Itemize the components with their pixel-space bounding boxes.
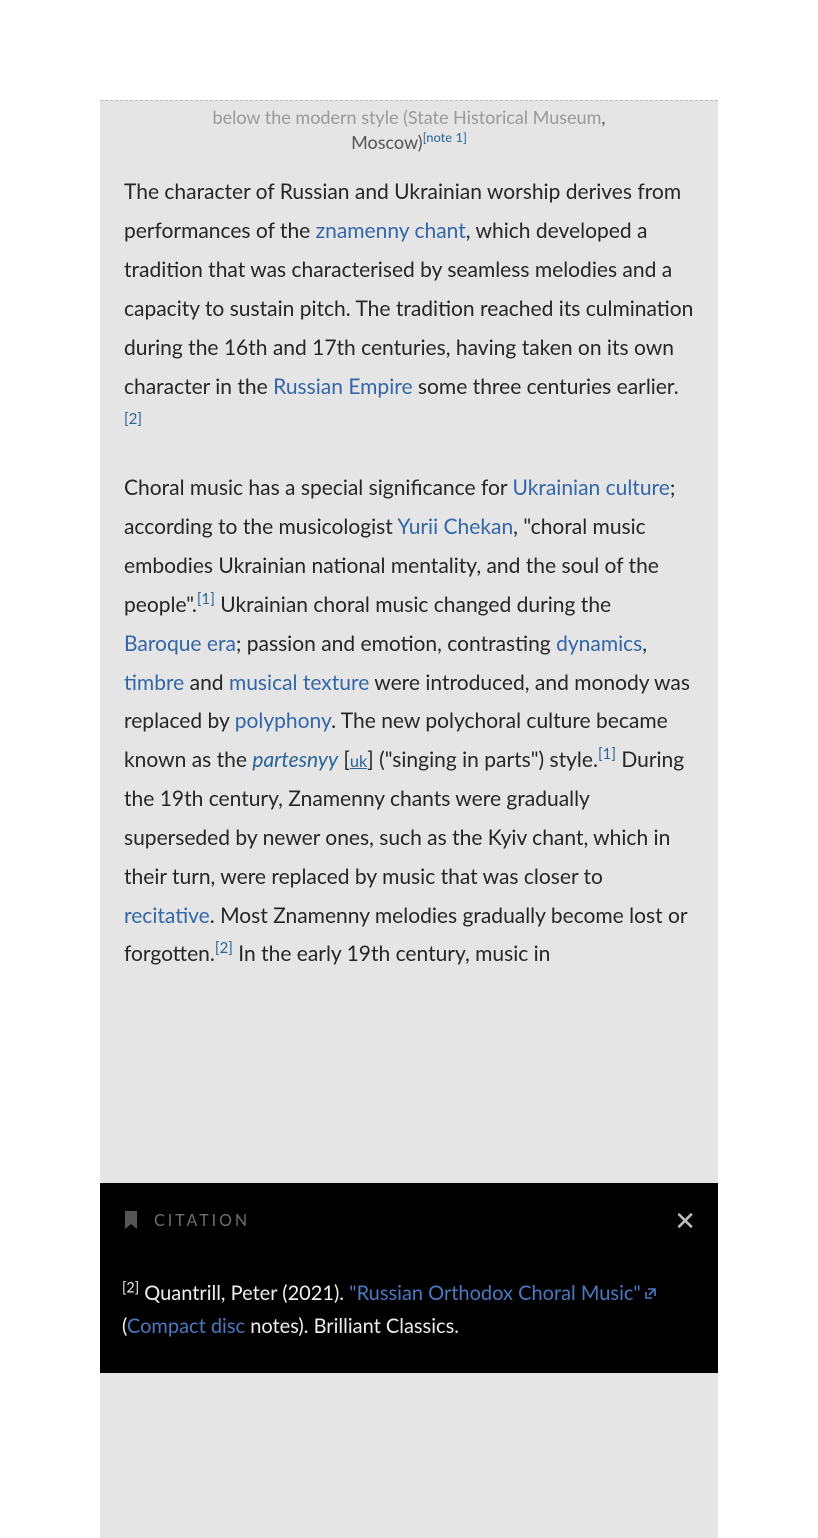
image-caption: below the modern style (State Historical…	[124, 101, 694, 173]
citation-ref-1[interactable]: [1]	[197, 590, 215, 608]
link-partesnyy[interactable]: partesnyy	[252, 747, 338, 772]
link-recitative[interactable]: recitative	[124, 903, 210, 928]
text: ,	[642, 631, 647, 656]
text: ; passion and emotion, contrasting	[236, 631, 556, 656]
link-znamenny-chant[interactable]: znamenny chant	[316, 218, 466, 243]
note-ref-1[interactable]: [note 1]	[423, 129, 467, 145]
citation-ref-1b[interactable]: [1]	[598, 745, 616, 763]
text: and	[184, 670, 229, 695]
citation-drawer-title: CITATION	[154, 1211, 250, 1230]
link-musical-texture[interactable]: musical texture	[229, 670, 369, 695]
link-russian-empire[interactable]: Russian Empire	[273, 374, 412, 399]
citation-drawer: CITATION ✕ [2] Quantrill, Peter (2021). …	[100, 1183, 718, 1373]
link-dynamics[interactable]: dynamics	[556, 631, 642, 656]
close-icon[interactable]: ✕	[674, 1207, 696, 1233]
link-polyphony[interactable]: polyphony	[235, 708, 331, 733]
bookmark-icon	[122, 1209, 140, 1231]
link-uk-interlang[interactable]: uk	[350, 752, 367, 771]
text: , which developed a tradition that was c…	[124, 218, 693, 398]
external-link-icon	[644, 1277, 657, 1310]
text: Ukrainian choral music changed during th…	[215, 592, 611, 617]
paragraph-1: The character of Russian and Ukrainian w…	[124, 173, 694, 445]
citation-ref-2[interactable]: [2]	[124, 410, 142, 428]
text: notes). Brilliant Classics.	[245, 1314, 459, 1338]
text: In the early 19th century, music in	[233, 941, 551, 966]
citation-ref-2b[interactable]: [2]	[215, 939, 233, 957]
text: Choral music has a special significance …	[124, 475, 512, 500]
link-state-historical-museum[interactable]: State Historical Museum	[408, 106, 602, 128]
citation-number: [2]	[122, 1279, 139, 1296]
link-ukrainian-culture[interactable]: Ukrainian culture	[512, 475, 669, 500]
text: [	[338, 747, 350, 772]
link-yurii-chekan[interactable]: Yurii Chekan	[397, 514, 513, 539]
link-compact-disc[interactable]: Compact disc	[127, 1314, 245, 1338]
paragraph-2: Choral music has a special significance …	[124, 469, 694, 974]
text: ] ("singing in parts") style.	[367, 747, 598, 772]
citation-author: Quantrill, Peter (2021).	[139, 1281, 349, 1305]
citation-source-link[interactable]: "Russian Orthodox Choral Music"	[349, 1281, 657, 1305]
text: some three centuries earlier.	[413, 374, 679, 399]
caption-clipped-text: below the modern style (	[213, 106, 408, 128]
link-timbre[interactable]: timbre	[124, 670, 184, 695]
citation-body: [2] Quantrill, Peter (2021). "Russian Or…	[122, 1277, 696, 1343]
citation-drawer-header: CITATION ✕	[122, 1207, 696, 1233]
link-baroque-era[interactable]: Baroque era	[124, 631, 236, 656]
